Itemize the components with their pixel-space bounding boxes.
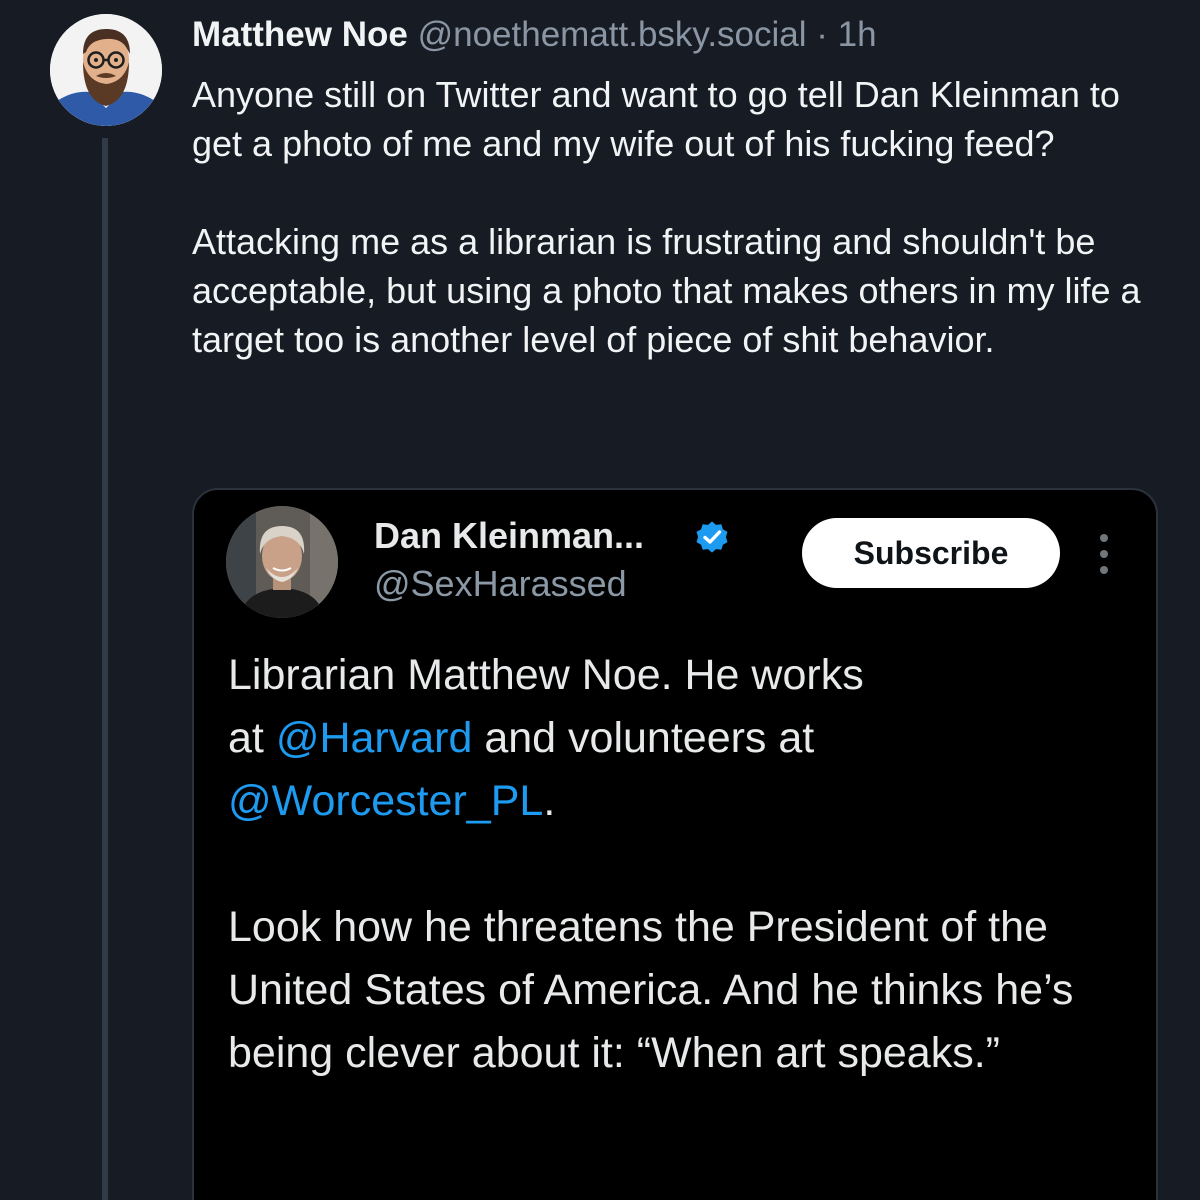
post-timestamp[interactable]: 1h xyxy=(838,15,877,54)
embed-post-text: Librarian Matthew Noe. He works at @Harv… xyxy=(228,644,1128,1085)
more-options-icon xyxy=(1100,534,1108,574)
header-separator: · xyxy=(816,15,828,54)
author-avatar[interactable] xyxy=(50,14,162,126)
embed-text-fragment: . xyxy=(543,777,556,825)
post-paragraph: Attacking me as a librarian is frustrati… xyxy=(192,221,1141,360)
post-text: Anyone still on Twitter and want to go t… xyxy=(192,70,1172,364)
verified-badge-icon xyxy=(696,521,728,553)
embedded-post-image[interactable]: Dan Kleinman... @SexHarassed Subscribe L… xyxy=(192,488,1158,1200)
subscribe-button: Subscribe xyxy=(802,518,1060,588)
embed-paragraph: Look how he threatens the President of t… xyxy=(228,903,1074,1077)
embed-author-name: Dan Kleinman... xyxy=(374,515,645,556)
embed-author-handle: @SexHarassed xyxy=(374,563,627,604)
embed-text-fragment: at xyxy=(228,714,276,762)
avatar-illustration xyxy=(50,14,162,126)
author-handle[interactable]: @noethematt.bsky.social xyxy=(418,15,807,54)
embed-avatar-photo xyxy=(226,506,338,618)
embed-paragraph: Librarian Matthew Noe. He works at @Harv… xyxy=(228,644,1128,833)
author-name[interactable]: Matthew Noe xyxy=(192,15,408,54)
post-header: Matthew Noe @noethematt.bsky.social · 1h xyxy=(192,14,877,56)
mention-harvard: @Harvard xyxy=(275,714,473,762)
thread-connector-line xyxy=(102,138,108,1200)
mention-worcester-pl: @Worcester_PL xyxy=(228,777,544,825)
post-view: Matthew Noe @noethematt.bsky.social · 1h… xyxy=(0,0,1200,1200)
embed-text-fragment: and volunteers at xyxy=(472,714,815,762)
post-paragraph: Anyone still on Twitter and want to go t… xyxy=(192,74,1120,164)
embed-text-line: Librarian Matthew Noe. He works xyxy=(228,651,864,699)
embed-author-avatar xyxy=(226,506,338,618)
